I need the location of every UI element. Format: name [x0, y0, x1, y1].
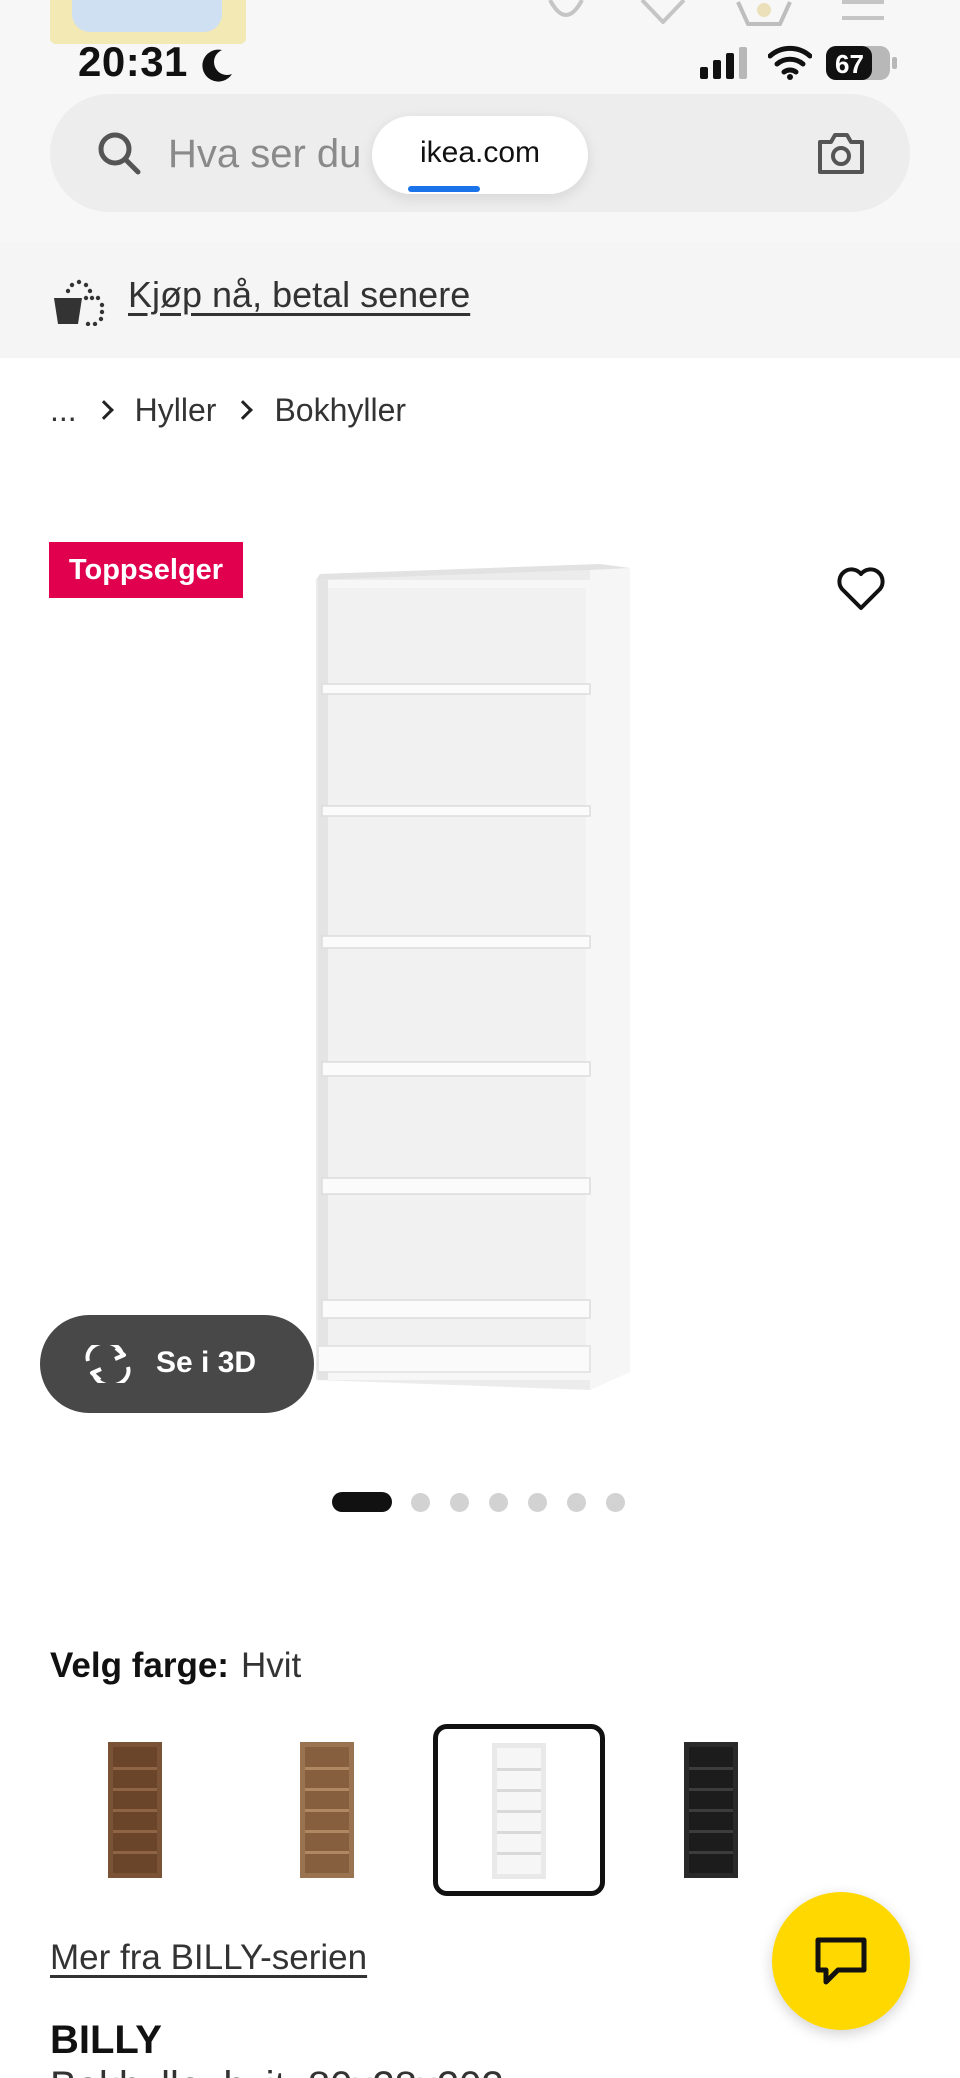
carousel-dot[interactable] [332, 1492, 392, 1512]
color-label-title: Velg farge: [50, 1646, 229, 1685]
profile-icon[interactable] [544, 0, 588, 26]
cart-icon[interactable] [736, 0, 792, 26]
carousel-dot[interactable] [567, 1492, 586, 1512]
url-pill[interactable]: ikea.com [372, 116, 588, 194]
breadcrumb-item-bokhyller[interactable]: Bokhyller [274, 392, 406, 429]
page-load-progress [408, 186, 480, 192]
image-carousel-dots[interactable] [332, 1492, 645, 1512]
top-seller-badge: Toppselger [49, 542, 243, 598]
color-swatch-oak-veneer[interactable] [242, 1724, 414, 1896]
series-link[interactable]: Mer fra BILLY-serien [50, 1938, 367, 1978]
camera-icon[interactable] [816, 130, 866, 176]
moon-icon [202, 49, 232, 82]
basket-icon [54, 279, 105, 326]
signal-icon [700, 47, 747, 79]
color-swatch-black-brown[interactable] [626, 1724, 798, 1896]
color-swatch-white[interactable] [433, 1724, 605, 1896]
product-description: Bokhylle, hvit, 80x28x202 [50, 2064, 504, 2078]
breadcrumb: ... Hyller Bokhyller [50, 390, 406, 430]
wifi-icon [768, 45, 812, 80]
pay-later-link[interactable]: Kjøp nå, betal senere [128, 274, 470, 316]
product-image[interactable] [300, 560, 680, 1460]
carousel-dot[interactable] [489, 1492, 508, 1512]
color-value: Hvit [240, 1646, 302, 1685]
search-icon [98, 132, 141, 175]
chevron-right-icon [233, 400, 254, 420]
chevron-right-icon [93, 400, 114, 420]
chat-button[interactable] [772, 1892, 910, 2030]
pay-later-banner: Kjøp nå, betal senere [0, 242, 960, 358]
url-text: ikea.com [419, 136, 541, 169]
rotate-3d-icon [85, 1345, 131, 1383]
heart-icon[interactable] [836, 566, 886, 612]
chat-icon [815, 1937, 867, 1985]
menu-icon[interactable] [842, 0, 884, 22]
breadcrumb-item-hyller[interactable]: Hyller [135, 392, 217, 429]
product-name: BILLY [50, 2018, 162, 2062]
search-input[interactable]: Hva ser du [168, 132, 361, 177]
favorites-icon[interactable] [640, 0, 686, 24]
breadcrumb-ellipsis[interactable]: ... [50, 392, 77, 429]
site-header: 20:31 67 Hva ser du ikea.com [0, 0, 960, 242]
view-in-3d-label: Se i 3D [156, 1346, 257, 1379]
carousel-dot[interactable] [528, 1492, 547, 1512]
carousel-dot[interactable] [411, 1492, 430, 1512]
color-selector-label: Velg farge: Hvit [50, 1646, 301, 1686]
view-in-3d-button[interactable]: Se i 3D [40, 1315, 314, 1413]
battery-level: 67 [835, 49, 864, 79]
color-swatch-brown-walnut[interactable] [50, 1724, 222, 1896]
status-time: 20:31 [78, 38, 188, 85]
carousel-dot[interactable] [450, 1492, 469, 1512]
carousel-dot[interactable] [606, 1492, 625, 1512]
